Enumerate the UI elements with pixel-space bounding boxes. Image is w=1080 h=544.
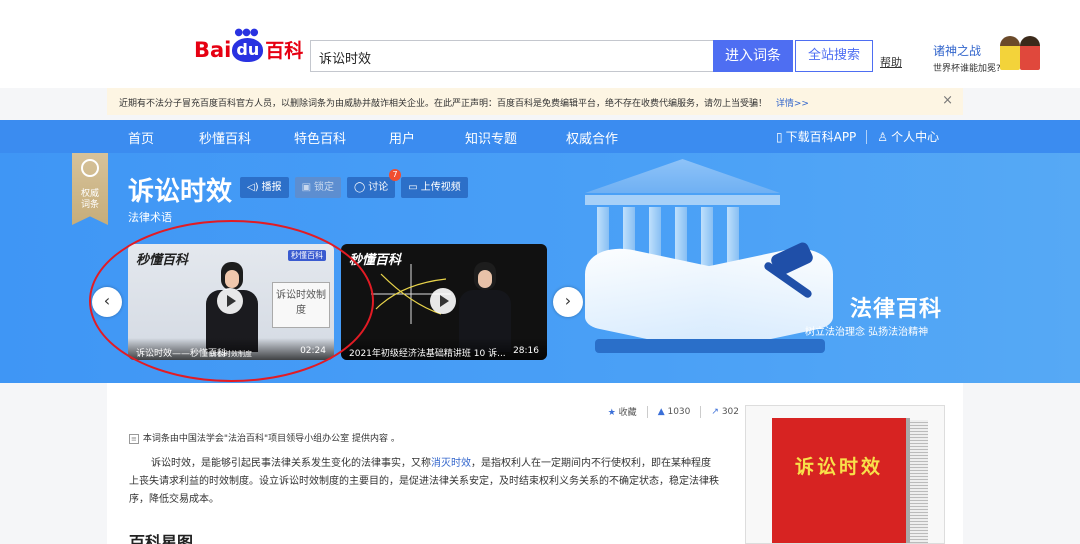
nav-item-home[interactable]: 首页 — [128, 128, 199, 147]
video-icon: ▭ — [408, 182, 418, 193]
discuss-button[interactable]: ◯ 讨论 7 — [347, 169, 402, 198]
header: Bai ●●● du 百科 诉讼时效 进入词条 全站搜索 帮助 诸神之战 世界杯谁… — [0, 0, 1080, 88]
nav-item-special[interactable]: 特色百科 — [294, 128, 389, 147]
section-title: 百科星图 — [129, 533, 194, 544]
thumbs-up-icon: ▲ — [657, 406, 665, 417]
share-icon: ↗ — [711, 406, 719, 417]
notice-bar: 近期有不法分子冒充百度百科官方人员，以删除词条为由威胁并敲诈相关企业。在此严正声… — [107, 88, 963, 115]
nav-item-miaodong[interactable]: 秒懂百科 — [199, 128, 294, 147]
paw-icon: ●●● — [234, 26, 258, 38]
entry-title: 诉讼时效 — [128, 177, 233, 207]
discuss-count-badge: 7 — [389, 169, 402, 181]
promo-title[interactable]: 诸神之战 — [933, 42, 981, 59]
nav-item-topics[interactable]: 知识专题 — [465, 128, 566, 147]
gavel-illustration — [760, 240, 820, 308]
notice-text: 近期有不法分子冒充百度百科官方人员，以删除词条为由威胁并敲诈相关企业。在此严正声… — [119, 99, 768, 109]
star-icon: ★ — [607, 408, 616, 418]
collect-button[interactable]: ★ 收藏 — [608, 405, 637, 418]
play-icon[interactable] — [430, 288, 456, 314]
nav-item-authority[interactable]: 权威合作 — [566, 128, 618, 147]
user-icon: ♙ — [877, 129, 889, 144]
authority-badge: 权威 词条 — [72, 153, 108, 225]
summary-paragraph: 诉讼时效，是能够引起民事法律关系发生变化的法律事实，又称消灭时效，是指权利人在一… — [129, 458, 719, 505]
book-cover-title: 诉讼时效 — [794, 456, 883, 478]
law-baike-slogan: 树立法治理念 弘扬法治精神 — [805, 327, 929, 338]
user-center-link[interactable]: 个人中心 — [891, 128, 939, 145]
search-all-button[interactable]: 全站搜索 — [795, 40, 873, 72]
search-input[interactable]: 诉讼时效 — [310, 40, 714, 72]
nav-item-user[interactable]: 用户 — [389, 128, 465, 147]
share-button[interactable]: ↗ 302 — [711, 407, 739, 417]
link-extinctive-prescription[interactable]: 消灭时效 — [431, 458, 471, 469]
carousel-next-button[interactable]: › — [553, 287, 583, 317]
baidu-baike-logo[interactable]: Bai ●●● du 百科 — [194, 27, 303, 63]
entry-tools: ◁) 播报 ▣ 锁定 ◯ 讨论 7 ▭ 上传视频 — [240, 169, 468, 198]
law-baike-brand: 法律百科 — [850, 297, 943, 322]
close-icon[interactable]: × — [942, 93, 953, 108]
entry-stats: ★ 收藏 ▲ 1030 ↗ 302 — [608, 405, 739, 418]
promo-subtitle[interactable]: 世界杯谁能加冕? — [933, 61, 1001, 74]
upload-video-button[interactable]: ▭ 上传视频 — [401, 177, 468, 198]
content-provider-note: ≡ 本词条由中国法学会"法治百科"项目领导小组办公室 提供内容 。 — [129, 434, 400, 444]
lock-icon: ▣ — [301, 182, 312, 193]
entry-hero: 权威 词条 诉讼时效 法律术语 ◁) 播报 ▣ 锁定 ◯ 讨论 7 ▭ 上传视频 法律百科… — [0, 153, 1080, 383]
promo-players-image[interactable] — [1000, 36, 1040, 70]
entry-subtitle[interactable]: 法律术语 — [128, 209, 172, 225]
main-nav: 首页 秒懂百科 特色百科 用户 知识专题 权威合作 ▯ 下载百科APP ♙ 个人… — [0, 120, 1080, 153]
play-audio-button[interactable]: ◁) 播报 — [240, 177, 289, 198]
enter-entry-button[interactable]: 进入词条 — [713, 40, 793, 72]
document-icon: ≡ — [129, 434, 139, 444]
phone-icon: ▯ — [776, 129, 783, 144]
chat-icon: ◯ — [354, 182, 366, 193]
video-title: 2021年初级经济法基础精讲班 10 诉... — [349, 349, 506, 359]
download-app-link[interactable]: 下载百科APP — [786, 128, 857, 145]
notice-more-link[interactable]: 详情>> — [776, 99, 809, 109]
red-annotation-circle — [89, 220, 374, 382]
book-cover-image[interactable]: 诉讼时效 — [745, 405, 945, 544]
lock-button[interactable]: ▣ 锁定 — [294, 177, 342, 198]
medal-icon — [81, 159, 99, 177]
video-duration: 28:16 — [513, 346, 539, 356]
help-link[interactable]: 帮助 — [880, 54, 902, 70]
speaker-icon: ◁) — [247, 182, 259, 193]
entry-content: ★ 收藏 ▲ 1030 ↗ 302 ≡ 本词条由中国法学会"法治百科"项目领导小组… — [107, 383, 963, 544]
like-button[interactable]: ▲ 1030 — [658, 407, 691, 417]
